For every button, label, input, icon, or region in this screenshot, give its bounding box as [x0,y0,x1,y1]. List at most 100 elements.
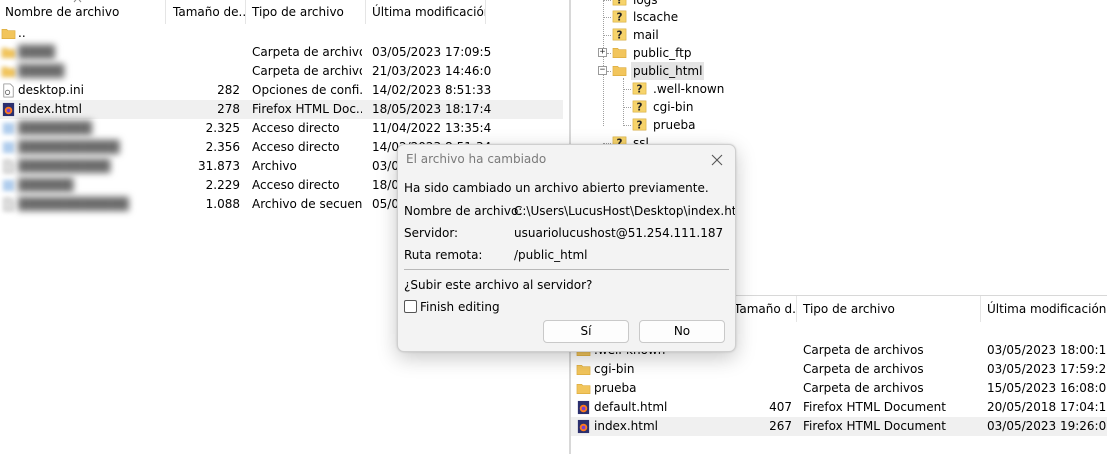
column-header-type[interactable]: Tipo de archivo [247,0,365,24]
file-name: █████ [18,64,65,78]
file-name: ██████████ [18,159,111,173]
dialog-message: Ha sido cambiado un archivo abierto prev… [404,181,709,195]
file-size [731,379,792,398]
file-modified: 03/05/2023 17:09:58 [372,45,492,59]
file-type: Firefox HTML Document [803,400,946,414]
shortcut-icon [2,122,15,135]
file-size: 2.356 [205,140,240,154]
close-icon[interactable] [707,150,727,170]
file-name: cgi-bin [594,362,635,376]
expand-public-ftp-toggle[interactable]: + [598,48,607,57]
file-name: ████ [18,45,55,59]
file-row[interactable]: prueba Carpeta de archivos 15/05/2023 16:0… [571,379,1107,398]
column-divider[interactable] [485,0,486,24]
no-button[interactable]: No [639,320,725,343]
folder-icon [612,66,627,76]
file-changed-dialog[interactable]: El archivo ha cambiado Ha sido cambiado … [397,144,736,352]
firefox-html-icon [2,102,15,117]
folder-icon [1,48,16,58]
column-divider[interactable] [365,0,366,24]
column-divider[interactable] [796,296,797,322]
folder-icon [576,365,591,375]
server-value: usuariolucushost@51.254.111.187 [514,226,724,240]
file-modified: 03/05/2023 19:26:07 [987,419,1107,433]
file-name: prueba [594,381,637,395]
file-type: Carpeta de archivos [803,362,924,376]
folder-icon [576,384,591,394]
tree-item-label: public_html [631,62,705,80]
unknown-folder-icon: ? [632,100,647,113]
filename-label: Nombre de archivo: [404,204,523,218]
file-name: ████████ [18,121,92,135]
column-header-modified[interactable]: Última modificación [982,296,1107,322]
file-row[interactable]: desktop.ini 282 Opciones de confi... 14/02/… [0,81,563,100]
svg-text:?: ? [637,101,643,113]
file-type: Carpeta de archivos [803,381,924,395]
column-divider[interactable] [245,0,246,24]
parent-directory-row[interactable]: .. [0,24,563,43]
svg-text:?: ? [637,119,643,131]
file-type: Opciones de confi... [252,83,362,97]
file-size: 1.088 [205,197,240,211]
finish-editing-checkbox[interactable] [404,300,417,313]
svg-text:?: ? [617,0,623,6]
file-modified: 03/05/2023 17:59:21 [987,362,1107,376]
file-name: ███████████ [18,140,120,154]
file-type: Firefox HTML Doc... [252,102,362,116]
file-size: 267 [769,419,792,433]
collapse-public-html-toggle[interactable]: − [598,66,607,75]
file-type: Archivo de secuen... [252,197,362,211]
svg-text:?: ? [637,83,643,95]
file-size [166,62,240,81]
file-type: Firefox HTML Document [803,419,946,433]
file-size: 2.229 [205,178,240,192]
file-type: Acceso directo [252,121,340,135]
shortcut-icon [2,179,15,192]
file-type: Archivo [252,159,297,173]
settings-file-icon [3,83,14,98]
file-modified: 15/05/2023 16:08:02 [987,381,1107,395]
tree-item-label: mail [633,28,659,42]
file-type: Carpeta de archivos [252,64,362,78]
file-name: index.html [594,419,658,433]
file-name: ██████ [18,178,74,192]
file-modified: 03/05/2023 18:00:18 [987,343,1107,357]
file-row[interactable]: index.html 278 Firefox HTML Doc... 18/05/20… [0,100,563,119]
file-row[interactable]: █████ Carpeta de archivos 21/03/2023 14:46… [0,62,563,81]
yes-button[interactable]: Sí [543,320,629,343]
tree-item-label: prueba [653,118,696,132]
file-type: Carpeta de archivos [803,343,924,357]
file-row[interactable]: default.html 407 Firefox HTML Document 20/0… [571,398,1107,417]
file-modified: 20/05/2018 17:04:13 [987,400,1107,414]
column-divider[interactable] [165,0,166,24]
finish-editing-label[interactable]: Finish editing [420,300,500,314]
column-divider[interactable] [980,296,981,322]
column-header-modified[interactable]: Última modificación [367,0,485,24]
remote-path-label: Ruta remota: [404,248,483,262]
column-header-type[interactable]: Tipo de archivo [798,296,978,322]
svg-text:?: ? [617,29,623,41]
column-header-size[interactable]: Tamaño de... [168,0,245,24]
file-row[interactable]: index.html 267 Firefox HTML Document 03/05/… [571,417,1107,436]
file-icon [3,159,14,174]
file-size: 278 [217,102,240,116]
file-type: Acceso directo [252,178,340,192]
server-label: Servidor: [404,226,459,240]
filename-value: C:\Users\LucusHost\Desktop\index.html [514,204,736,218]
file-size: 407 [769,400,792,414]
file-row[interactable]: ████ Carpeta de archivos 03/05/2023 17:09:… [0,43,563,62]
file-row[interactable]: ████████ 2.325 Acceso directo 11/04/2022 13… [0,119,563,138]
unknown-folder-icon: ? [632,82,647,95]
firefox-html-icon [577,419,590,434]
unknown-folder-icon: ? [632,118,647,131]
file-name: desktop.ini [18,83,84,97]
column-header-name[interactable]: Nombre de archivo [0,0,165,24]
file-modified: 21/03/2023 14:46:05 [372,64,492,78]
column-header-size[interactable]: Tamaño d... [729,296,797,322]
shortcut-icon [2,141,15,154]
file-name: .. [18,26,26,40]
unknown-folder-icon: ? [612,28,627,41]
file-row[interactable]: cgi-bin Carpeta de archivos 03/05/2023 17:… [571,360,1107,379]
dialog-title: El archivo ha cambiado [406,152,547,166]
file-size [731,360,792,379]
